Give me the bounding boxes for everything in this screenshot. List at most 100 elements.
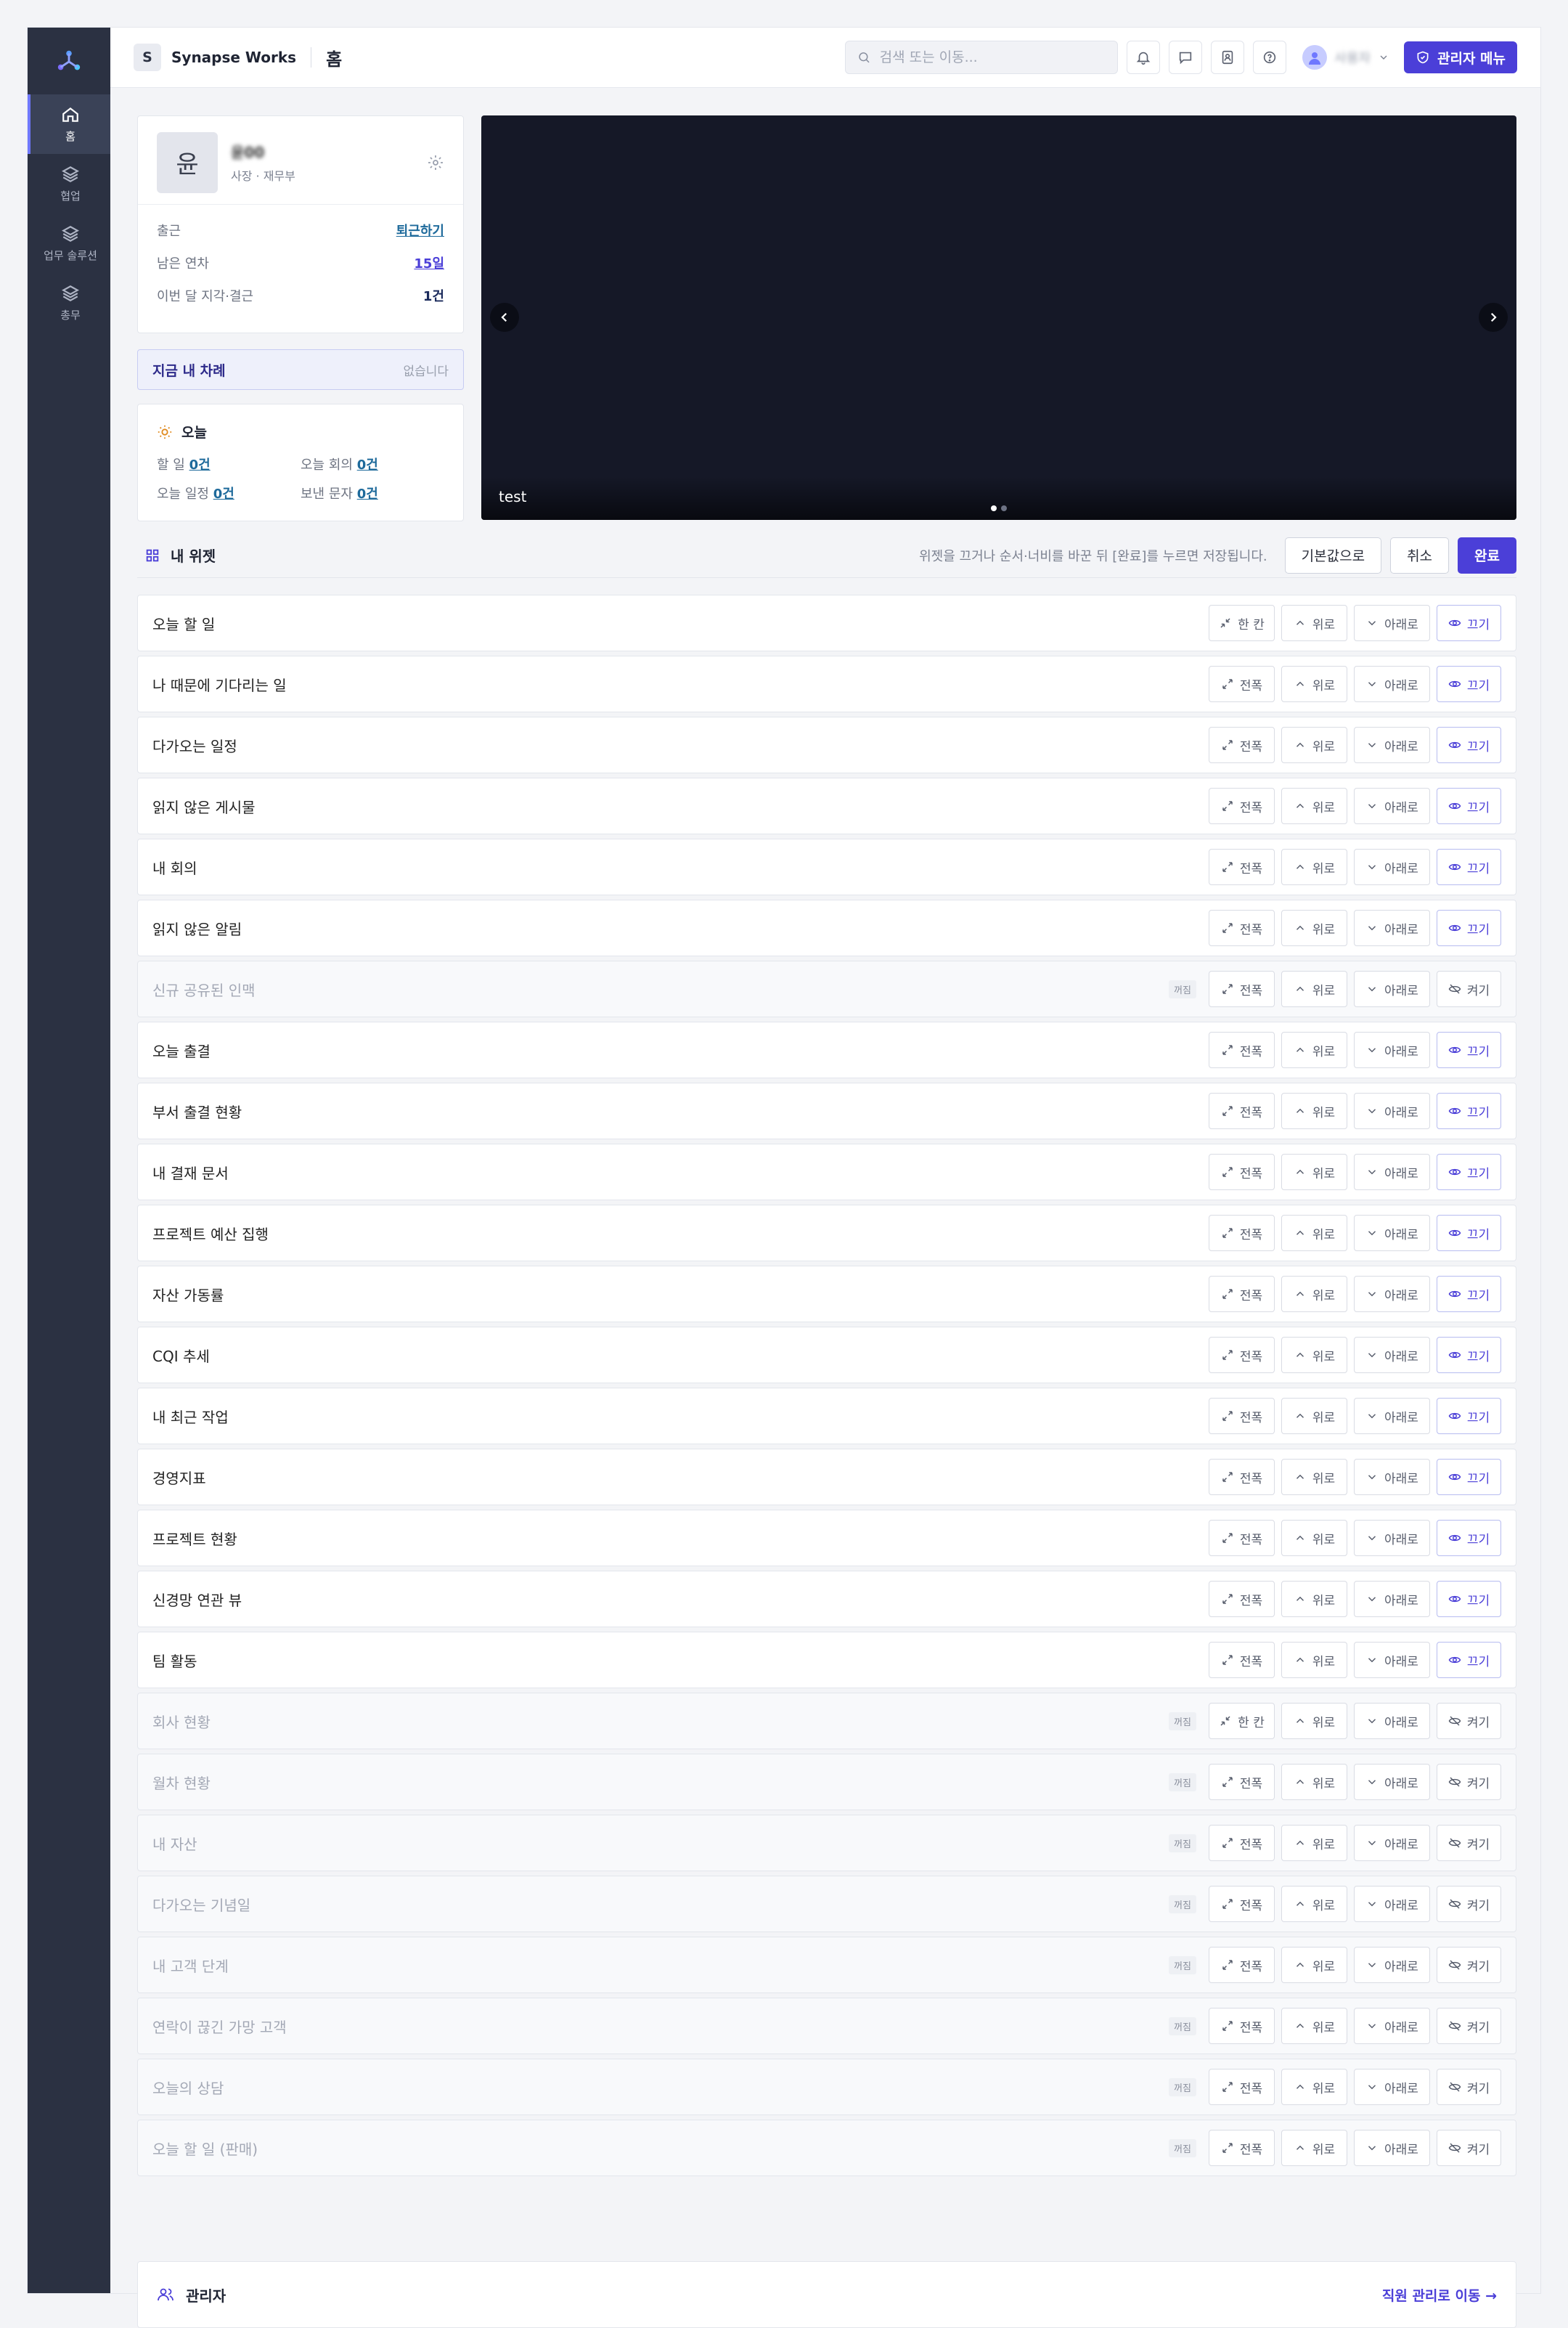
widget-move-down-button[interactable]: 아래로 xyxy=(1354,2008,1430,2044)
widget-width-toggle-button[interactable]: 한 칸 xyxy=(1209,605,1275,641)
widget-width-toggle-button[interactable]: 전폭 xyxy=(1209,1215,1275,1251)
widget-row[interactable]: 내 회의 전폭 위로 아래로 끄기 xyxy=(137,839,1516,895)
widget-move-up-button[interactable]: 위로 xyxy=(1281,1093,1347,1129)
widget-move-up-button[interactable]: 위로 xyxy=(1281,605,1347,641)
widget-move-down-button[interactable]: 아래로 xyxy=(1354,1215,1430,1251)
go-to-staff-management-link[interactable]: 직원 관리로 이동 → xyxy=(1382,2285,1497,2305)
widget-move-down-button[interactable]: 아래로 xyxy=(1354,1642,1430,1678)
messages-button[interactable] xyxy=(1169,41,1203,74)
widget-row[interactable]: 자산 가동률 전폭 위로 아래로 끄기 xyxy=(137,1266,1516,1322)
contacts-button[interactable] xyxy=(1211,41,1245,74)
widget-move-up-button[interactable]: 위로 xyxy=(1281,1825,1347,1861)
widget-row[interactable]: 오늘 할 일 (판매) 꺼짐 전폭 위로 아래로 켜기 xyxy=(137,2120,1516,2176)
widget-width-toggle-button[interactable]: 전폭 xyxy=(1209,1825,1275,1861)
widget-move-down-button[interactable]: 아래로 xyxy=(1354,666,1430,702)
widget-row[interactable]: 경영지표 전폭 위로 아래로 끄기 xyxy=(137,1449,1516,1505)
widget-move-up-button[interactable]: 위로 xyxy=(1281,1337,1347,1373)
widget-visibility-toggle-button[interactable]: 끄기 xyxy=(1437,1215,1501,1251)
user-menu[interactable]: 사용자 xyxy=(1302,45,1389,70)
widget-move-up-button[interactable]: 위로 xyxy=(1281,2130,1347,2166)
widget-visibility-toggle-button[interactable]: 켜기 xyxy=(1437,1764,1501,1800)
carousel-dot[interactable] xyxy=(991,505,997,511)
widget-width-toggle-button[interactable]: 전폭 xyxy=(1209,1642,1275,1678)
widget-move-down-button[interactable]: 아래로 xyxy=(1354,1276,1430,1312)
widget-width-toggle-button[interactable]: 전폭 xyxy=(1209,971,1275,1007)
widget-row[interactable]: 다가오는 기념일 꺼짐 전폭 위로 아래로 켜기 xyxy=(137,1876,1516,1932)
done-button[interactable]: 완료 xyxy=(1458,537,1516,574)
widget-move-up-button[interactable]: 위로 xyxy=(1281,727,1347,763)
widget-width-toggle-button[interactable]: 전폭 xyxy=(1209,727,1275,763)
widget-move-up-button[interactable]: 위로 xyxy=(1281,1154,1347,1190)
workspace-badge[interactable]: S xyxy=(134,44,161,71)
widget-row[interactable]: 부서 출결 현황 전폭 위로 아래로 끄기 xyxy=(137,1083,1516,1139)
widget-width-toggle-button[interactable]: 전폭 xyxy=(1209,666,1275,702)
widget-move-down-button[interactable]: 아래로 xyxy=(1354,849,1430,885)
widget-move-up-button[interactable]: 위로 xyxy=(1281,1520,1347,1556)
widget-width-toggle-button[interactable]: 전폭 xyxy=(1209,1276,1275,1312)
widget-visibility-toggle-button[interactable]: 켜기 xyxy=(1437,1825,1501,1861)
widget-row[interactable]: 오늘의 상담 꺼짐 전폭 위로 아래로 켜기 xyxy=(137,2059,1516,2115)
widget-move-down-button[interactable]: 아래로 xyxy=(1354,788,1430,824)
widget-row[interactable]: CQI 추세 전폭 위로 아래로 끄기 xyxy=(137,1327,1516,1383)
widget-row[interactable]: 신규 공유된 인맥 꺼짐 전폭 위로 아래로 켜기 xyxy=(137,961,1516,1017)
widget-move-down-button[interactable]: 아래로 xyxy=(1354,605,1430,641)
admin-menu-button[interactable]: 관리자 메뉴 xyxy=(1403,41,1517,73)
sidebar-item-general-affairs[interactable]: 총무 xyxy=(28,273,110,333)
widget-move-down-button[interactable]: 아래로 xyxy=(1354,1764,1430,1800)
today-schedule-count[interactable]: 0건 xyxy=(213,487,234,502)
widget-move-up-button[interactable]: 위로 xyxy=(1281,910,1347,946)
widget-visibility-toggle-button[interactable]: 켜기 xyxy=(1437,1886,1501,1922)
widget-row[interactable]: 읽지 않은 알림 전폭 위로 아래로 끄기 xyxy=(137,900,1516,956)
widget-visibility-toggle-button[interactable]: 끄기 xyxy=(1437,1032,1501,1068)
widget-visibility-toggle-button[interactable]: 켜기 xyxy=(1437,2069,1501,2105)
widget-width-toggle-button[interactable]: 전폭 xyxy=(1209,2130,1275,2166)
widget-move-down-button[interactable]: 아래로 xyxy=(1354,1337,1430,1373)
widget-visibility-toggle-button[interactable]: 끄기 xyxy=(1437,849,1501,885)
clock-out-link[interactable]: 퇴근하기 xyxy=(396,221,444,240)
widget-row[interactable]: 프로젝트 예산 집행 전폭 위로 아래로 끄기 xyxy=(137,1205,1516,1261)
widget-move-down-button[interactable]: 아래로 xyxy=(1354,1398,1430,1434)
widget-move-down-button[interactable]: 아래로 xyxy=(1354,971,1430,1007)
widget-width-toggle-button[interactable]: 전폭 xyxy=(1209,1337,1275,1373)
widget-row[interactable]: 연락이 끊긴 가망 고객 꺼짐 전폭 위로 아래로 켜기 xyxy=(137,1998,1516,2054)
widget-visibility-toggle-button[interactable]: 끄기 xyxy=(1437,727,1501,763)
widget-move-up-button[interactable]: 위로 xyxy=(1281,2069,1347,2105)
widget-move-down-button[interactable]: 아래로 xyxy=(1354,2130,1430,2166)
banner-carousel[interactable]: test xyxy=(481,115,1516,520)
widget-row[interactable]: 회사 현황 꺼짐 한 칸 위로 아래로 켜기 xyxy=(137,1693,1516,1749)
app-logo[interactable] xyxy=(28,28,110,94)
widget-move-up-button[interactable]: 위로 xyxy=(1281,1581,1347,1617)
widget-row[interactable]: 프로젝트 현황 전폭 위로 아래로 끄기 xyxy=(137,1510,1516,1566)
reset-defaults-button[interactable]: 기본값으로 xyxy=(1284,537,1382,574)
widget-visibility-toggle-button[interactable]: 끄기 xyxy=(1437,788,1501,824)
widget-move-down-button[interactable]: 아래로 xyxy=(1354,1886,1430,1922)
widget-width-toggle-button[interactable]: 전폭 xyxy=(1209,1581,1275,1617)
widget-move-up-button[interactable]: 위로 xyxy=(1281,1276,1347,1312)
widget-move-up-button[interactable]: 위로 xyxy=(1281,971,1347,1007)
notifications-button[interactable] xyxy=(1127,41,1161,74)
widget-width-toggle-button[interactable]: 전폭 xyxy=(1209,1154,1275,1190)
widget-move-down-button[interactable]: 아래로 xyxy=(1354,727,1430,763)
widget-move-down-button[interactable]: 아래로 xyxy=(1354,2069,1430,2105)
widget-row[interactable]: 월차 현황 꺼짐 전폭 위로 아래로 켜기 xyxy=(137,1754,1516,1810)
widget-move-up-button[interactable]: 위로 xyxy=(1281,788,1347,824)
widget-move-up-button[interactable]: 위로 xyxy=(1281,666,1347,702)
widget-width-toggle-button[interactable]: 한 칸 xyxy=(1209,1703,1275,1739)
widget-row[interactable]: 내 고객 단계 꺼짐 전폭 위로 아래로 켜기 xyxy=(137,1937,1516,1993)
widget-row[interactable]: 나 때문에 기다리는 일 전폭 위로 아래로 끄기 xyxy=(137,656,1516,712)
carousel-prev-button[interactable] xyxy=(490,303,519,332)
sidebar-item-collab[interactable]: 협업 xyxy=(28,154,110,213)
widget-move-down-button[interactable]: 아래로 xyxy=(1354,1154,1430,1190)
widget-visibility-toggle-button[interactable]: 켜기 xyxy=(1437,1703,1501,1739)
today-sms-count[interactable]: 0건 xyxy=(357,487,378,502)
widget-visibility-toggle-button[interactable]: 끄기 xyxy=(1437,1520,1501,1556)
leave-days-link[interactable]: 15일 xyxy=(414,253,444,272)
widget-width-toggle-button[interactable]: 전폭 xyxy=(1209,1093,1275,1129)
widget-move-up-button[interactable]: 위로 xyxy=(1281,1215,1347,1251)
widget-width-toggle-button[interactable]: 전폭 xyxy=(1209,1764,1275,1800)
widget-move-up-button[interactable]: 위로 xyxy=(1281,849,1347,885)
widget-width-toggle-button[interactable]: 전폭 xyxy=(1209,1459,1275,1495)
widget-move-up-button[interactable]: 위로 xyxy=(1281,1459,1347,1495)
widget-visibility-toggle-button[interactable]: 끄기 xyxy=(1437,1093,1501,1129)
widget-row[interactable]: 내 최근 작업 전폭 위로 아래로 끄기 xyxy=(137,1388,1516,1444)
